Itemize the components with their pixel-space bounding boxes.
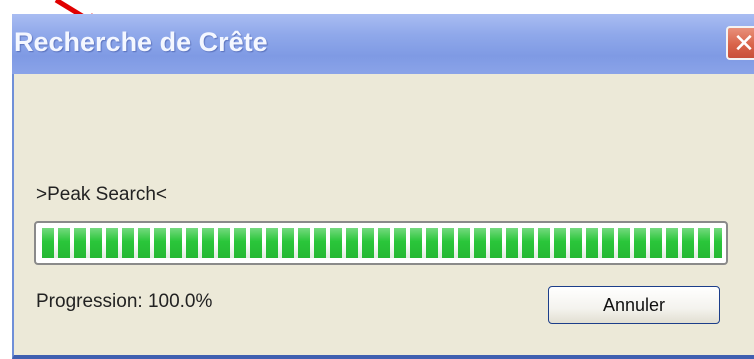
cancel-button[interactable]: Annuler — [548, 286, 720, 324]
window-title: Recherche de Crête — [14, 27, 268, 57]
close-button[interactable]: ✕ — [726, 26, 754, 60]
progress-status-text: Progression: 100.0% — [36, 291, 213, 312]
progress-fill — [42, 228, 722, 258]
title-bar[interactable]: Recherche de Crête ✕ — [12, 14, 754, 74]
peak-search-dialog: Recherche de Crête ✕ >Peak Search< Progr… — [12, 14, 754, 359]
progress-bar — [34, 221, 728, 265]
task-label: >Peak Search< — [36, 184, 167, 205]
close-icon: ✕ — [733, 28, 754, 58]
